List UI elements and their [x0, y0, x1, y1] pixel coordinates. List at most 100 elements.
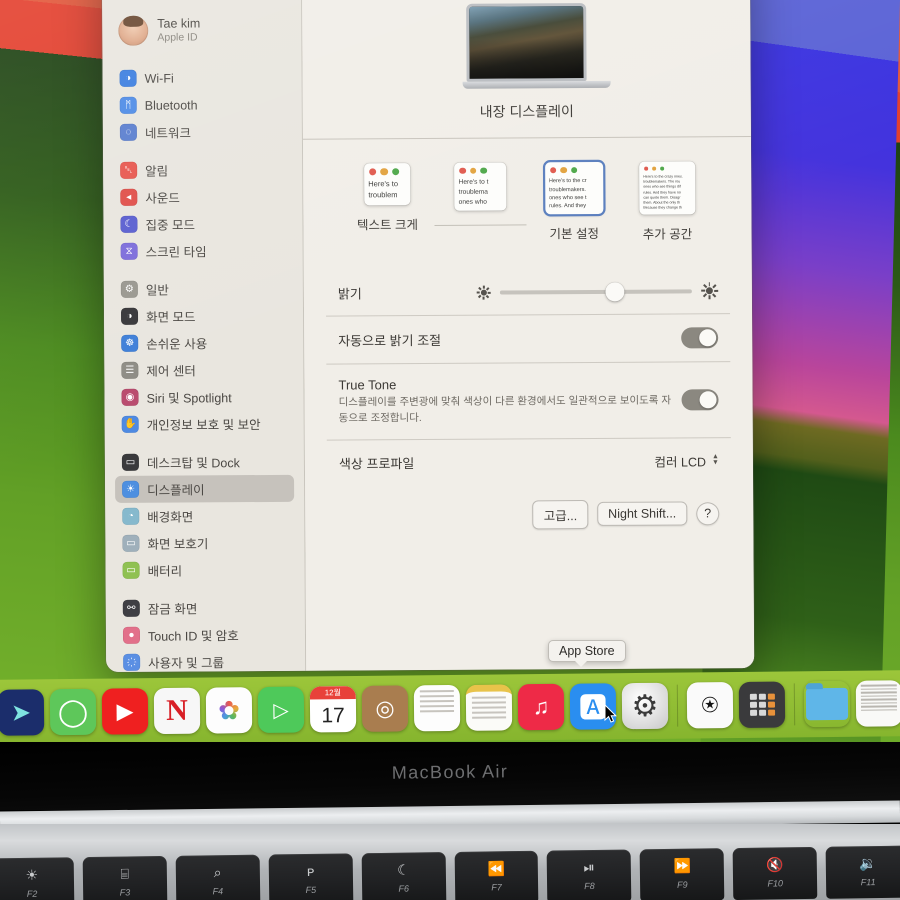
mouse-cursor — [604, 704, 617, 723]
sidebar-item-label: 손쉬운 사용 — [146, 337, 208, 352]
sidebar-item-wallpaper[interactable]: ◔ 배경화면 — [115, 502, 294, 530]
sidebar-item-sound-speaker[interactable]: ◂ 사운드 — [113, 183, 292, 211]
color-profile-row: 색상 프로파일 컴러 LCD ▲ ▼ — [327, 438, 731, 485]
stickies-notes-icon[interactable] — [465, 684, 513, 731]
help-button[interactable]: ? — [696, 502, 720, 526]
key-fast-forward[interactable]: ⏩ F9 — [639, 848, 725, 900]
resolution-option-1[interactable]: Here's to t troublema ones who — [434, 162, 527, 227]
resolution-option-0[interactable]: Here's to troublem 텍스트 크게 — [341, 163, 433, 234]
reminders-icon[interactable] — [413, 684, 461, 732]
document-preview-icon[interactable] — [855, 680, 900, 727]
youtube-icon[interactable]: ▶ — [101, 688, 149, 735]
photos-icon[interactable]: ✿ — [205, 687, 253, 734]
system-settings-icon[interactable]: ⚙ — [621, 682, 669, 730]
calculator-icon[interactable] — [738, 681, 786, 728]
key-spotlight-search[interactable]: ⌕ F4 — [175, 854, 261, 900]
key-mission-control-label: F3 — [119, 887, 131, 898]
true-tone-toggle[interactable] — [681, 389, 719, 411]
sidebar-item-wifi[interactable]: ◑ Wi-Fi — [113, 64, 292, 92]
resolution-thumbnail[interactable]: Here's to troublem — [364, 163, 411, 206]
sidebar-item-lock-screen[interactable]: ⚯ 잠금 화면 — [116, 594, 295, 622]
window-control-dot — [480, 167, 487, 175]
brightness-track[interactable] — [499, 282, 692, 302]
sidebar-item-touch-id[interactable]: ● Touch ID 및 암호 — [116, 621, 295, 649]
sidebar-item-label: 화면 보호기 — [147, 537, 209, 552]
netflix-icon[interactable]: N — [153, 687, 201, 735]
color-profile-popup[interactable]: 컴러 LCD ▲ ▼ — [654, 451, 719, 470]
sidebar-item-privacy-hand[interactable]: ✋ 개인정보 보호 및 보안 — [115, 410, 294, 438]
key-rewind[interactable]: ⏪ F7 — [454, 850, 539, 900]
sidebar-item-desktop-dock[interactable]: ▭ 데스크탑 및 Dock — [115, 448, 294, 476]
sidebar-item-label: 네트워크 — [144, 126, 191, 141]
network-globe-icon: ◌ — [119, 123, 137, 141]
dock-separator — [676, 684, 679, 727]
resolution-thumbnail[interactable]: Here's to the cr troublemakers. ones who s… — [544, 161, 604, 215]
apple-id-account-row[interactable]: Tae kim Apple ID — [112, 0, 292, 54]
key-dictation-mic-glyph: ᴘ — [306, 862, 315, 879]
sidebar-item-control-center[interactable]: ☰ 제어 센터 — [114, 356, 293, 384]
sidebar-item-battery[interactable]: ▭ 배터리 — [116, 556, 295, 584]
key-do-not-disturb-glyph: ☾ — [397, 861, 410, 878]
sidebar-item-label: 개인정보 보호 및 보안 — [146, 418, 261, 433]
sidebar-item-screensaver[interactable]: ▭ 화면 보호기 — [115, 529, 294, 557]
notifications-bell-icon: ␇ — [120, 161, 138, 179]
resolution-thumbnail[interactable]: Here's to t troublema ones who — [454, 162, 507, 211]
messages-icon[interactable]: ◯ — [49, 688, 97, 736]
facetime-icon[interactable]: ▷ — [257, 686, 305, 734]
system-settings-window[interactable]: Tae kim Apple ID ◑ Wi-Fi ᛗ Bluetooth ◌ 네트워크 ␇ 알… — [101, 0, 755, 672]
sidebar-item-appearance[interactable]: ◑ 화면 모드 — [114, 302, 293, 330]
key-play-pause-glyph: ⏯ — [583, 858, 595, 876]
sidebar-item-notifications-bell[interactable]: ␇ 알림 — [113, 156, 292, 184]
window-control-dot — [380, 168, 388, 176]
sidebar-item-siri-spotlight[interactable]: ◉ Siri 및 Spotlight — [114, 383, 293, 411]
sidebar-item-label: Siri 및 Spotlight — [146, 391, 232, 406]
lock-screen-icon: ⚯ — [122, 599, 140, 617]
account-subtitle: Apple ID — [157, 31, 198, 44]
sidebar-group-0: ◑ Wi-Fi ᛗ Bluetooth ◌ 네트워크 — [113, 64, 292, 146]
brightness-knob[interactable] — [605, 282, 625, 302]
key-mission-control-glyph: ⌸ — [120, 865, 130, 882]
key-fast-forward-label: F9 — [677, 879, 688, 890]
night-shift-button[interactable]: Night Shift... — [597, 501, 688, 527]
siri-spotlight-icon: ◉ — [121, 388, 139, 406]
key-mute[interactable]: 🔇 F10 — [732, 846, 818, 900]
resolution-thumbnail[interactable]: Here's to the crazy ones. troublemakers. … — [639, 161, 696, 216]
sidebar-item-users-groups[interactable]: ҉ 사용자 및 그룹 — [116, 648, 295, 672]
key-brightness-up[interactable]: ☀ F2 — [0, 857, 75, 900]
sidebar-item-displays-brightness[interactable]: ☀ 디스플레이 — [115, 474, 295, 503]
sidebar-item-focus-moon[interactable]: ☾ 집중 모드 — [113, 210, 292, 238]
sidebar-item-screen-time-hourglass[interactable]: ⧖ 스크린 타임 — [114, 237, 293, 265]
key-mission-control[interactable]: ⌸ F3 — [82, 855, 168, 900]
mail-bird-icon[interactable]: ➤ — [0, 689, 45, 736]
brightness-label: 밝기 — [337, 286, 362, 302]
key-dictation-mic[interactable]: ᴘ F5 — [268, 853, 353, 900]
sidebar-item-bluetooth[interactable]: ᛗ Bluetooth — [113, 91, 292, 119]
brightness-low-icon — [476, 285, 491, 300]
chatgpt-icon[interactable]: ⍟ — [686, 682, 734, 729]
music-icon[interactable]: ♫ — [517, 683, 565, 731]
downloads-folder-icon[interactable] — [804, 681, 850, 727]
key-do-not-disturb-label: F6 — [398, 883, 410, 894]
advanced-button[interactable]: 고급... — [532, 499, 589, 530]
sidebar-item-label: Wi-Fi — [144, 71, 174, 86]
resolution-option-3[interactable]: Here's to the crazy ones. troublemakers. … — [621, 161, 713, 243]
brightness-row: 밝기 — [325, 268, 731, 317]
window-control-dot — [369, 168, 377, 176]
window-control-dot — [469, 167, 477, 175]
resolution-option-label — [434, 224, 527, 227]
calendar-icon[interactable]: 12월 17 — [309, 685, 357, 733]
sidebar-item-network-globe[interactable]: ◌ 네트워크 — [113, 118, 292, 146]
key-do-not-disturb[interactable]: ☾ F6 — [361, 852, 446, 900]
macbook-display-thumbnail — [462, 3, 611, 89]
notes-leather-icon[interactable]: ◎ — [361, 685, 409, 732]
resolution-preview-text: Here's to troublem — [368, 179, 399, 200]
laptop-screen: Tae kim Apple ID ◑ Wi-Fi ᛗ Bluetooth ◌ 네트워크 ␇ 알… — [0, 0, 900, 745]
key-volume-down[interactable]: 🔉 F11 — [825, 845, 900, 899]
resolution-option-2[interactable]: Here's to the cr troublemakers. ones who s… — [528, 161, 620, 242]
key-play-pause[interactable]: ⏯ F8 — [547, 849, 632, 900]
brightness-slider[interactable] — [476, 282, 718, 302]
window-control-dot — [549, 167, 557, 174]
sidebar-item-accessibility[interactable]: ☸ 손쉬운 사용 — [114, 329, 293, 357]
auto-brightness-toggle[interactable] — [681, 327, 719, 349]
sidebar-item-general-gear[interactable]: ⚙ 일반 — [114, 275, 293, 303]
